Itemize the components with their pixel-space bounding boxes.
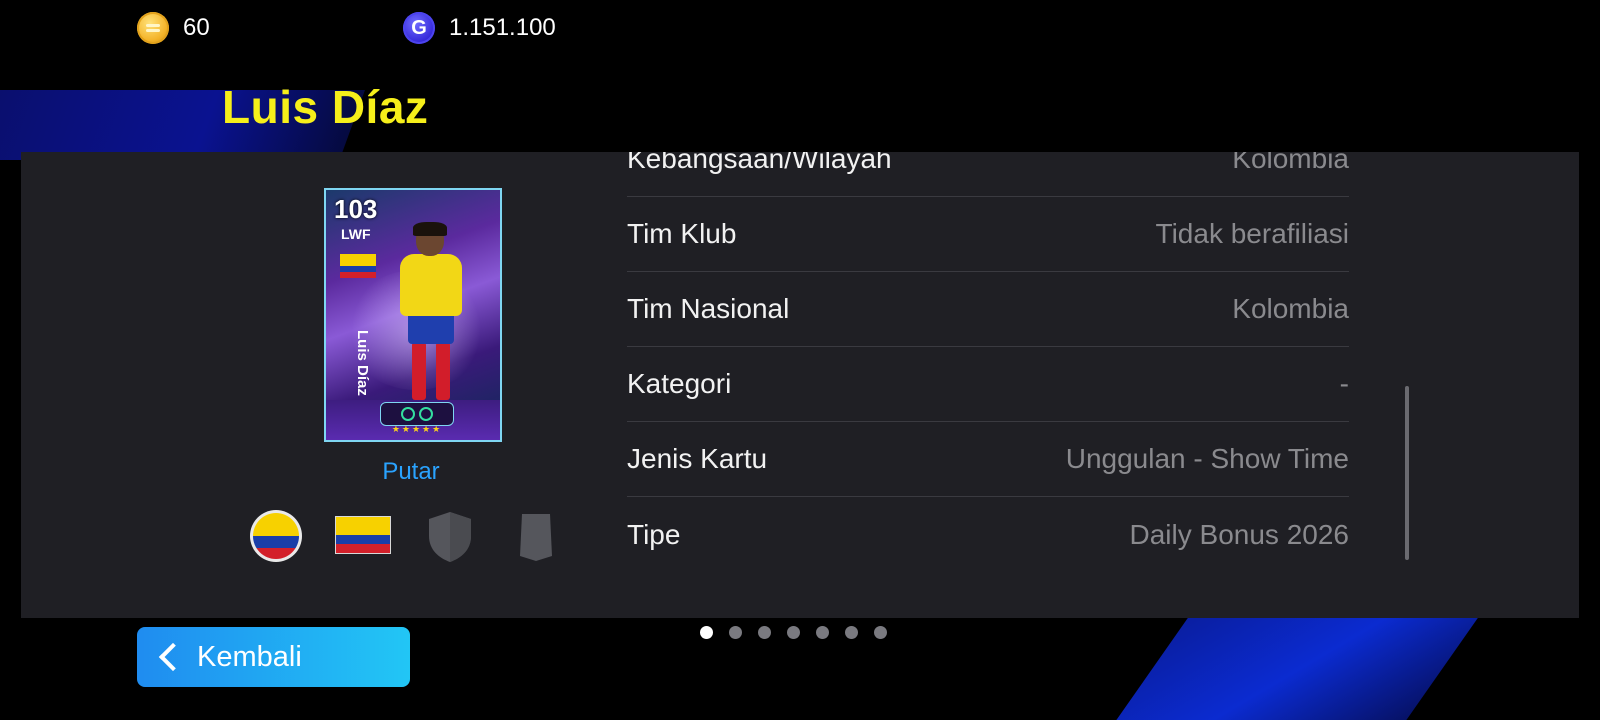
colombia-flag-icon [340,254,376,278]
federation-icon[interactable] [250,510,302,562]
scrollbar[interactable] [1405,386,1409,560]
player-image [394,222,472,404]
colombia-flag-icon[interactable] [335,516,391,554]
info-label: Kebangsaan/Wilayah [627,152,892,174]
kit-icon[interactable] [518,512,554,562]
player-info-list: Kebangsaan/Wilayah Kolombia Tim Klub Tid… [627,152,1349,572]
back-button[interactable]: Kembali [137,627,410,687]
gp-balance: G 1.151.100 [403,12,556,44]
player-name-title: Luis Díaz [222,81,429,133]
info-row-national-team: Tim Nasional Kolombia [627,272,1349,347]
rotate-card-button[interactable]: Putar [361,458,461,486]
page-dot[interactable] [758,626,771,639]
page-dot[interactable] [845,626,858,639]
federation-emblem [253,513,299,559]
page-dot[interactable] [700,626,713,639]
info-row-nationality: Kebangsaan/Wilayah Kolombia [627,152,1349,197]
page-dot[interactable] [874,626,887,639]
card-player-name: Luis Díaz [354,330,371,396]
info-label: Tipe [627,518,681,550]
page-dot[interactable] [816,626,829,639]
info-label: Tim Nasional [627,293,790,324]
page-dot[interactable] [787,626,800,639]
info-label: Kategori [627,368,732,399]
coin-icon [137,12,169,44]
info-value: Kolombia [1232,152,1349,174]
background-stripe [1107,612,1483,720]
coin-value: 60 [183,14,210,41]
info-value: Unggulan - Show Time [1065,443,1349,474]
info-value: Daily Bonus 2026 [1129,518,1349,550]
info-label: Tim Klub [627,218,737,249]
card-stars: ★★★★★ [391,425,443,435]
info-value: Tidak berafiliasi [1155,218,1349,249]
page-dot[interactable] [729,626,742,639]
club-shield-icon[interactable] [427,510,473,564]
info-value: - [1339,368,1349,399]
player-card[interactable]: 103 LWF Luis Díaz ★★★★★ [324,188,502,442]
player-info-panel: 103 LWF Luis Díaz ★★★★★ Putar Kebangsaan… [21,152,1579,618]
card-rating: 103 [334,194,378,224]
info-row-card-type: Jenis Kartu Unggulan - Show Time [627,422,1349,497]
skill-icon [419,407,433,421]
card-position: LWF [341,226,371,242]
gp-icon: G [403,12,435,44]
info-row-category: Kategori - [627,347,1349,422]
chevron-left-icon [158,642,188,672]
skill-icon [401,407,415,421]
info-label: Jenis Kartu [627,443,768,474]
page-indicator [700,626,887,639]
player-detail-screen: 60 G 1.151.100 Luis Díaz 103 LWF Luis Dí… [0,0,1600,720]
info-row-type: Tipe Daily Bonus 2026 [627,497,1349,572]
info-row-club: Tim Klub Tidak berafiliasi [627,197,1349,272]
gp-value: 1.151.100 [449,14,556,41]
info-value: Kolombia [1232,293,1349,324]
coin-balance: 60 [137,12,210,44]
card-skill-badge [380,402,454,426]
back-button-label: Kembali [197,640,302,673]
